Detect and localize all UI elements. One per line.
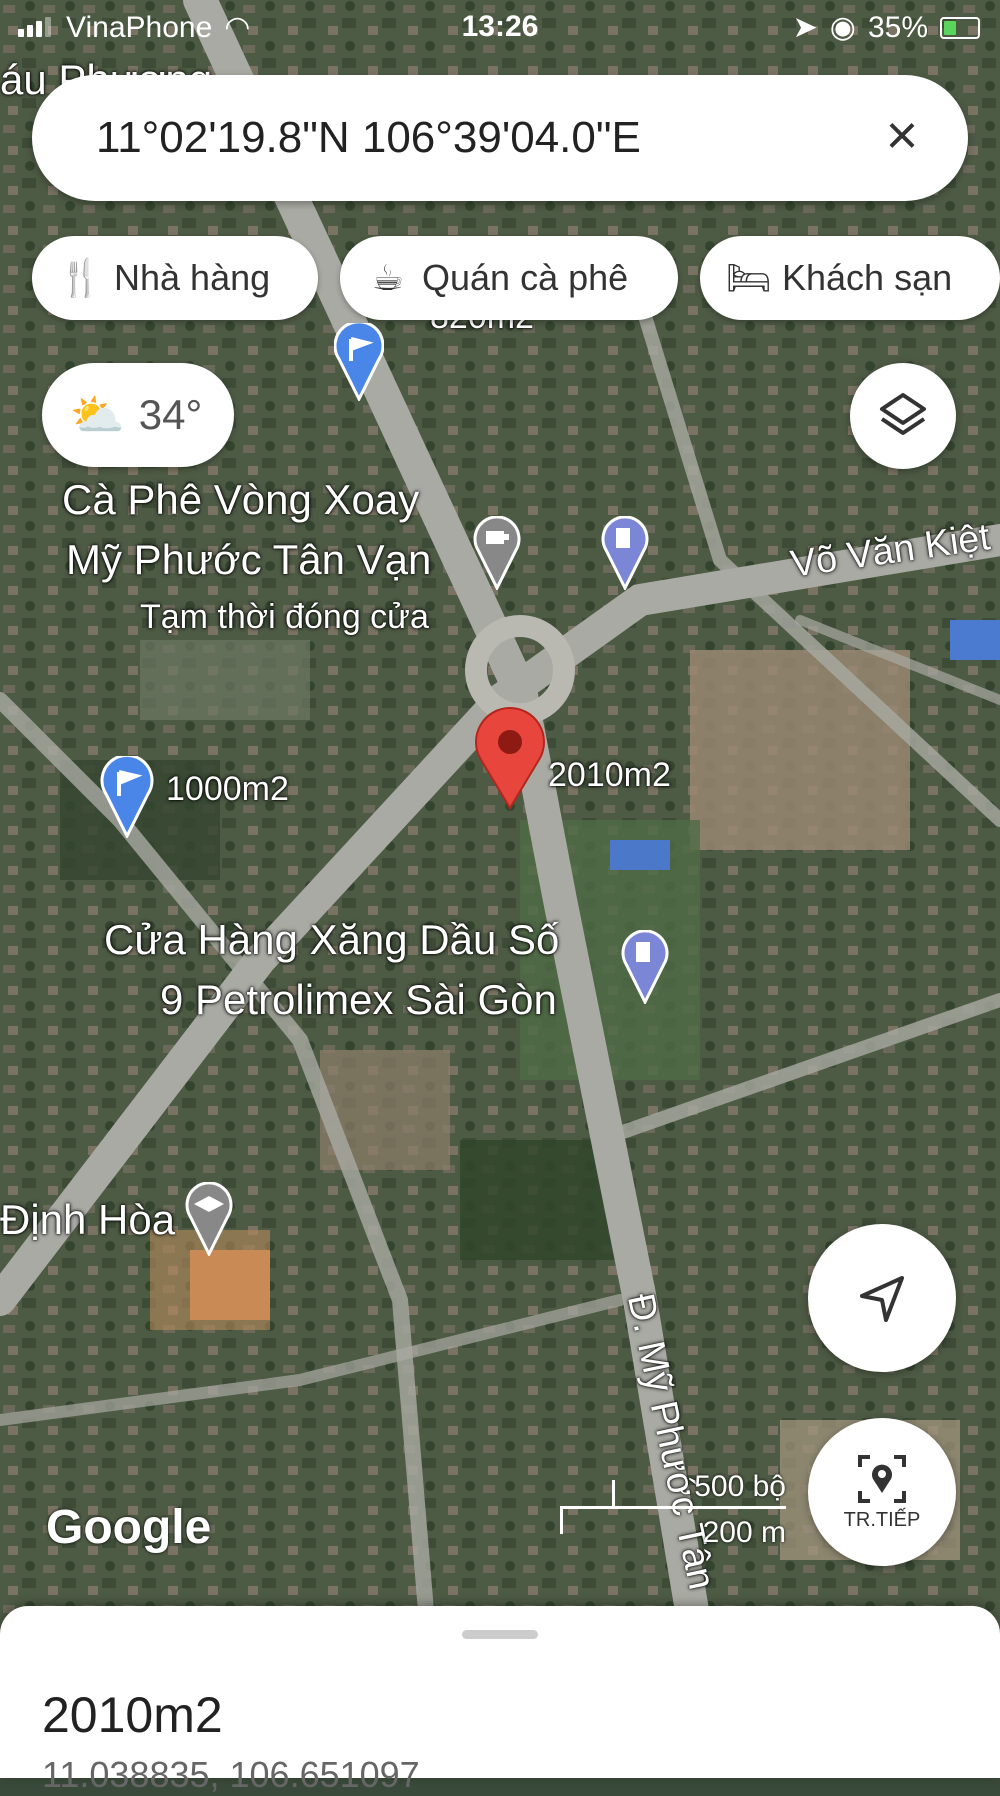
selected-location-pin-icon[interactable] [470, 706, 550, 810]
rotation-lock-icon: ◉ [829, 11, 856, 44]
chip-coffee[interactable]: ☕ Quán cà phê [340, 236, 678, 320]
chip-label: Nhà hàng [114, 257, 271, 298]
layers-icon [880, 393, 926, 435]
map-label-cafe-status: Tạm thời đóng cửa [140, 598, 429, 636]
map-label-fuel-name-2[interactable]: 9 Petrolimex Sài Gòn [160, 976, 557, 1024]
map-label-pin-1000[interactable]: 1000m2 [166, 770, 289, 809]
place-title: 2010m2 [42, 1687, 223, 1743]
search-bar[interactable]: 11°02'19.8"N 106°39'04.0"E × [32, 75, 968, 201]
map-label-pin-2010[interactable]: 2010m2 [548, 756, 671, 795]
weather-temperature: 34° [138, 391, 203, 438]
hotel-icon: 🛏 [726, 257, 772, 298]
location-arrow-icon: ➤ [792, 11, 818, 44]
scale-metric: 200 m [702, 1516, 786, 1549]
battery-icon [940, 16, 980, 39]
map-label-cafe-name-2[interactable]: Mỹ Phước Tân Vạn [66, 536, 431, 584]
place-bottom-sheet[interactable]: 2010m2 11.038835, 106.651097 [0, 1606, 1000, 1795]
status-bar: VinaPhone ◠ 13:26 ➤ ◉ 35% [0, 0, 1000, 56]
close-icon[interactable]: × [872, 105, 932, 165]
live-view-icon [858, 1454, 906, 1503]
place-coordinates: 11.038835, 106.651097 [42, 1754, 420, 1795]
gas-station-pin-icon[interactable] [600, 516, 650, 590]
sheet-drag-handle[interactable] [462, 1630, 538, 1639]
partly-cloudy-icon: ⛅ [70, 391, 125, 440]
weather-chip[interactable]: ⛅ 34° [42, 363, 234, 467]
restaurant-icon: 🍴 [58, 257, 103, 298]
chip-restaurants[interactable]: 🍴 Nhà hàng [32, 236, 318, 320]
chip-label: Khách sạn [782, 257, 953, 298]
live-view-button[interactable]: TR.TIẾP [808, 1418, 956, 1566]
scale-imperial: 500 bộ [694, 1470, 786, 1503]
map-label-fuel-name-1[interactable]: Cửa Hàng Xăng Dầu Số [104, 916, 559, 964]
map-label-cafe-name-1[interactable]: Cà Phê Vòng Xoay [62, 476, 419, 524]
google-attribution: Google [46, 1501, 212, 1554]
flag-pin-icon[interactable] [334, 323, 384, 401]
school-pin-icon[interactable] [184, 1182, 234, 1256]
chip-label: Quán cà phê [422, 257, 629, 298]
map-scale: 500 bộ 200 m [560, 1470, 786, 1549]
flag-pin-icon-1000[interactable] [100, 756, 154, 838]
locate-button[interactable] [808, 1224, 956, 1372]
battery-percent: 35% [867, 10, 928, 44]
map-label-school[interactable]: Định Hòa [0, 1196, 175, 1244]
coffee-pin-icon[interactable] [472, 516, 522, 590]
status-right: ➤ ◉ 35% [793, 10, 980, 45]
layers-button[interactable] [850, 363, 956, 469]
gas-station-pin-icon-2[interactable] [620, 930, 670, 1004]
live-view-label: TR.TIẾP [843, 1508, 921, 1531]
chip-hotels[interactable]: 🛏 Khách sạn [700, 236, 1000, 320]
navigation-arrow-icon [860, 1276, 904, 1322]
search-query[interactable]: 11°02'19.8"N 106°39'04.0"E [96, 113, 641, 163]
coffee-icon: ☕ [371, 257, 405, 298]
